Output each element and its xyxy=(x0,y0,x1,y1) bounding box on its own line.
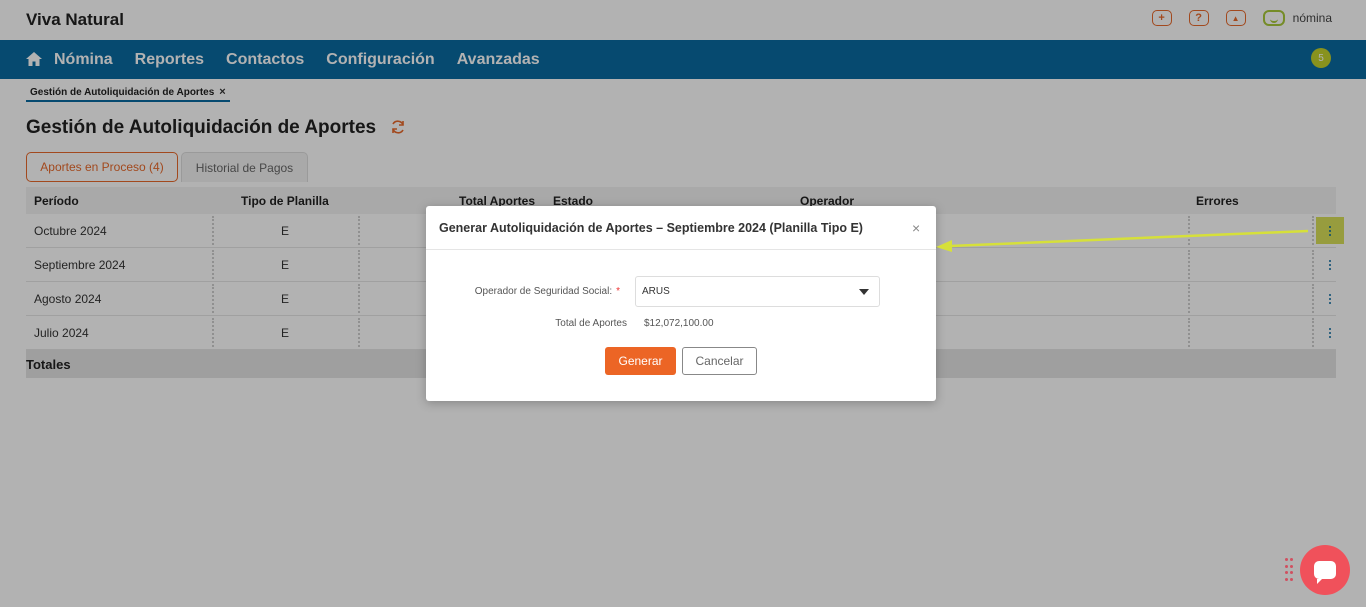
dialog-header: Generar Autoliquidación de Aportes – Sep… xyxy=(426,206,936,250)
total-aportes-label: Total de Aportes xyxy=(555,318,627,329)
close-icon[interactable]: × xyxy=(912,220,920,236)
cancel-button[interactable]: Cancelar xyxy=(682,347,757,375)
operator-select[interactable]: ARUS xyxy=(635,276,880,307)
caret-down-icon xyxy=(859,289,869,295)
operator-label: Operador de Seguridad Social: * xyxy=(475,286,620,297)
operator-label-text: Operador de Seguridad Social: xyxy=(474,286,613,297)
chat-button[interactable] xyxy=(1300,545,1350,595)
drag-handle-icon[interactable] xyxy=(1285,558,1293,582)
chat-icon xyxy=(1314,561,1336,584)
dialog-title: Generar Autoliquidación de Aportes – Sep… xyxy=(439,221,863,235)
generate-button[interactable]: Generar xyxy=(605,347,676,375)
required-mark: * xyxy=(616,286,620,297)
total-aportes-value: $12,072,100.00 xyxy=(644,318,714,329)
operator-select-value: ARUS xyxy=(642,286,670,297)
generate-dialog: Generar Autoliquidación de Aportes – Sep… xyxy=(426,206,936,401)
